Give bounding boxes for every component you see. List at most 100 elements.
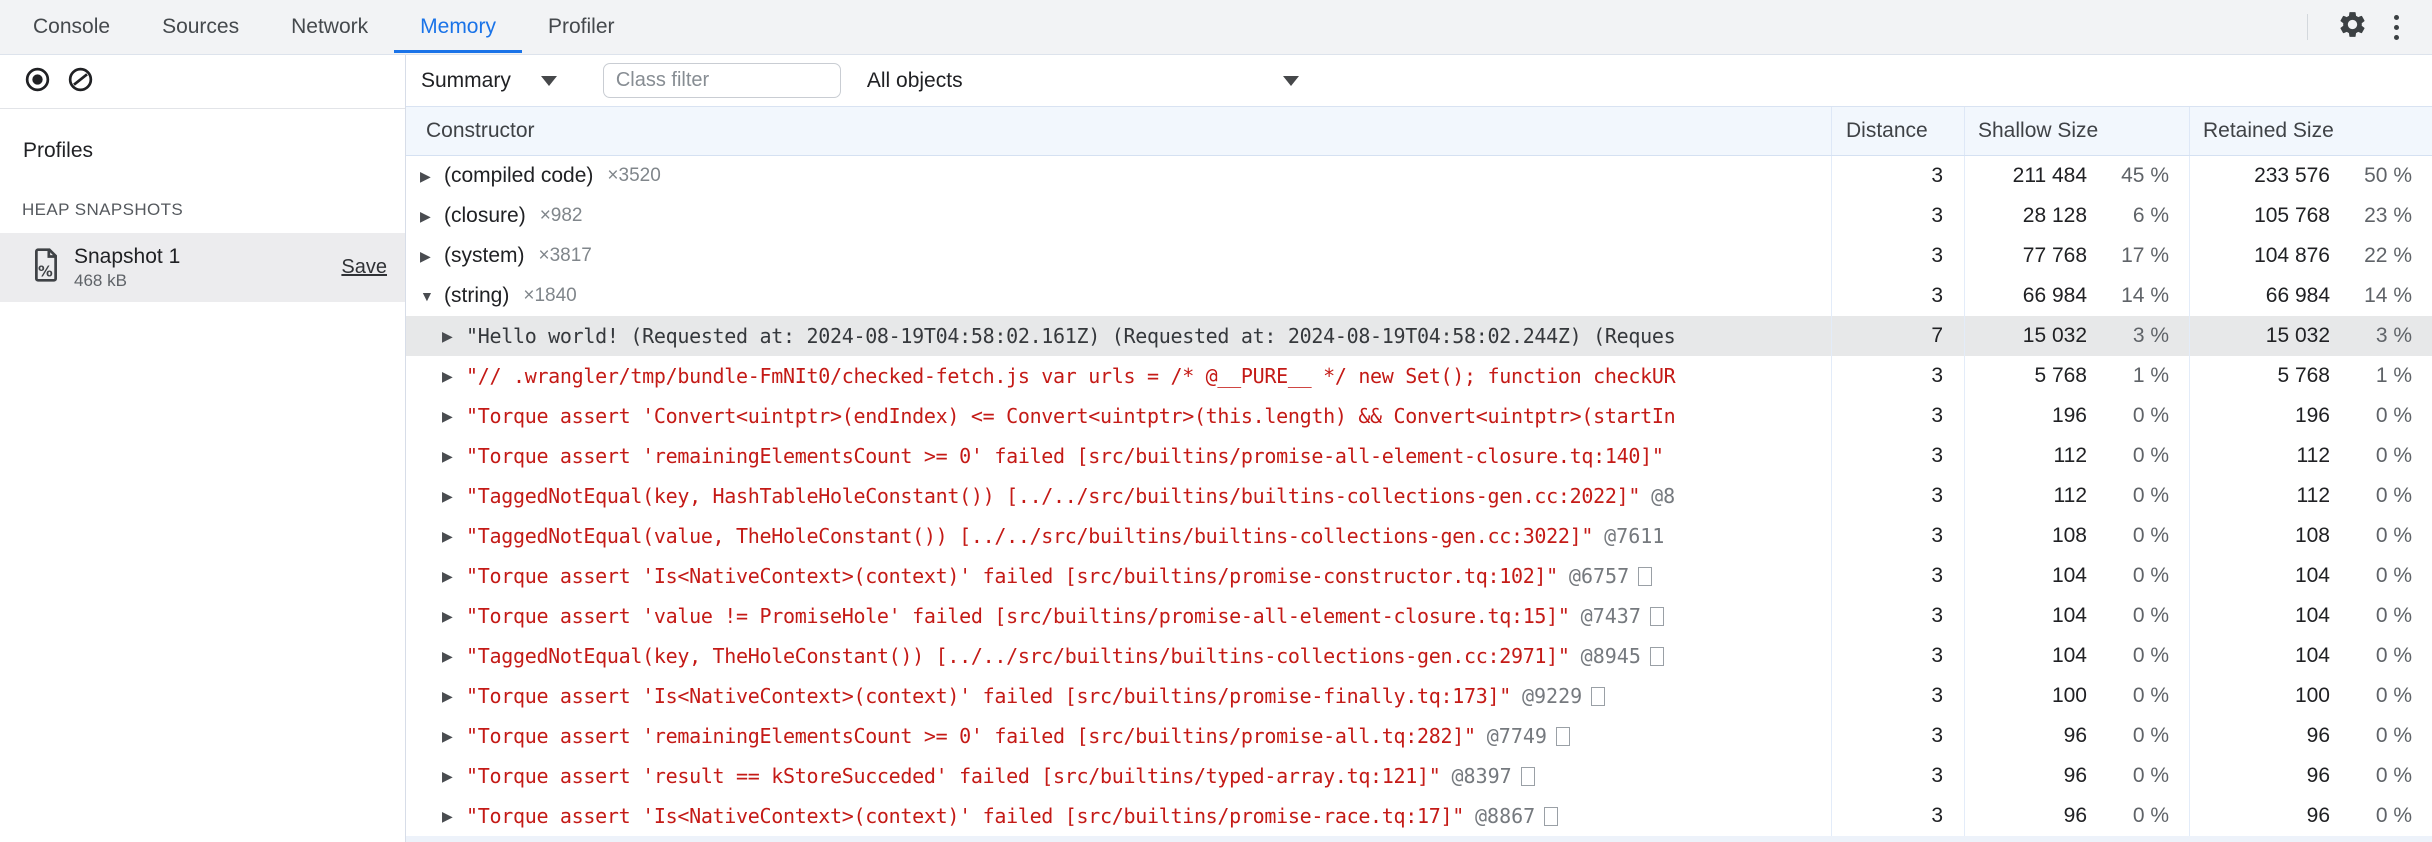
column-header-distance[interactable]: Distance [1831, 107, 1964, 155]
expand-arrow-icon[interactable]: ▶ [442, 528, 458, 545]
expand-arrow-icon[interactable]: ▶ [442, 448, 458, 465]
record-heap-snapshot-icon[interactable] [24, 66, 51, 98]
size-value: 96 [2063, 804, 2087, 827]
object-id: @6757 [1568, 564, 1630, 588]
clear-profiles-icon[interactable] [67, 66, 94, 98]
shallow-size-cell: 96 0 % [1964, 796, 2189, 836]
table-row[interactable]: ▶ "Torque assert 'Is<NativeContext>(conte… [406, 556, 2432, 596]
tab-profiler[interactable]: Profiler [522, 0, 641, 54]
size-percent: 0 % [2375, 524, 2412, 547]
distance-cell: 3 [1831, 516, 1964, 556]
size-value: 104 [2051, 564, 2087, 587]
table-row[interactable]: ▶ "// .wrangler/tmp/bundle-FmNIt0/checked… [406, 356, 2432, 396]
size-value: 100 [2294, 684, 2330, 707]
constructor-cell: ▶ (closure) ×982 [406, 196, 1831, 236]
size-percent: 50 % [2364, 164, 2412, 187]
table-row[interactable]: ▶ "Torque assert 'Is<NativeContext>(conte… [406, 796, 2432, 836]
retained-size-cell: 104 876 22 % [2189, 236, 2432, 276]
table-row[interactable]: ▶ "TaggedNotEqual(key, TheHoleConstant())… [406, 636, 2432, 676]
table-row[interactable]: ▶ "Torque assert 'value != PromiseHole' f… [406, 596, 2432, 636]
expand-arrow-icon[interactable]: ▶ [442, 328, 458, 345]
devtools-memory-panel: Console Sources Network Memory Profiler [0, 0, 2432, 842]
size-value: 196 [2294, 404, 2330, 427]
distance-cell: 3 [1831, 716, 1964, 756]
table-row[interactable]: ▶ "TaggedNotEqual(value, TheHoleConstant(… [406, 516, 2432, 556]
size-value: 96 [2306, 804, 2330, 827]
retained-size-cell: 112 0 % [2189, 476, 2432, 516]
constructor-cell: ▶ "TaggedNotEqual(value, TheHoleConstant(… [406, 516, 1831, 556]
heap-snapshot-file-icon: % [32, 248, 60, 287]
tab-memory[interactable]: Memory [394, 0, 522, 54]
size-value: 112 [2296, 484, 2330, 507]
expand-arrow-icon[interactable]: ▶ [442, 408, 458, 425]
column-header-retained-size[interactable]: Retained Size [2189, 107, 2432, 155]
perspective-select[interactable]: Summary [421, 69, 557, 93]
expand-arrow-icon[interactable]: ▶ [420, 248, 436, 265]
collapse-arrow-icon[interactable]: ▼ [420, 288, 436, 304]
expand-arrow-icon[interactable]: ▶ [420, 208, 436, 225]
expand-arrow-icon[interactable]: ▶ [420, 168, 436, 185]
size-value: 105 768 [2254, 204, 2330, 227]
object-scope-select[interactable]: All objects [867, 69, 1309, 93]
size-value: 28 128 [2022, 204, 2087, 227]
table-row[interactable]: ▶ "Torque assert 'remainingElementsCount … [406, 436, 2432, 476]
tab-network[interactable]: Network [265, 0, 394, 54]
size-percent: 14 % [2121, 284, 2169, 307]
expand-arrow-icon[interactable]: ▶ [442, 728, 458, 745]
retained-size-cell: 108 0 % [2189, 516, 2432, 556]
expand-arrow-icon[interactable]: ▶ [442, 808, 458, 825]
constructor-cell: ▶ "Torque assert 'value != PromiseHole' f… [406, 596, 1831, 636]
constructor-cell: ▶ (system) ×3817 [406, 236, 1831, 276]
table-row[interactable]: ▼ (string) ×1840 3 66 984 14 % 66 984 14 % [406, 276, 2432, 316]
expand-arrow-icon[interactable]: ▶ [442, 488, 458, 505]
memory-view-toolbar: Summary All objects [406, 55, 2432, 107]
more-options-button[interactable] [2374, 5, 2418, 49]
object-glyph-icon [1544, 806, 1559, 826]
expand-arrow-icon[interactable]: ▶ [442, 568, 458, 585]
constructor-name: "Torque assert 'remainingElementsCount >… [466, 444, 1664, 468]
table-row[interactable]: ▶ (system) ×3817 3 77 768 17 % 104 876 22 % [406, 236, 2432, 276]
tab-console[interactable]: Console [7, 0, 136, 54]
table-row[interactable]: ▶ "Torque assert 'remainingElementsCount … [406, 716, 2432, 756]
settings-button[interactable] [2330, 5, 2374, 49]
size-percent: 0 % [2375, 564, 2412, 587]
table-row[interactable]: ▶ "Torque assert 'result == kStoreSuccede… [406, 756, 2432, 796]
object-id: @8 [1651, 484, 1676, 508]
table-row[interactable]: ▶ (closure) ×982 3 28 128 6 % 105 768 23 % [406, 196, 2432, 236]
panel-tabs: Console Sources Network Memory Profiler [7, 0, 641, 54]
expand-arrow-icon[interactable]: ▶ [442, 768, 458, 785]
column-header-shallow-size[interactable]: Shallow Size [1964, 107, 2189, 155]
object-glyph-icon [1649, 606, 1664, 626]
snapshot-save-link[interactable]: Save [341, 256, 387, 279]
retained-size-cell: 66 984 14 % [2189, 276, 2432, 316]
table-row[interactable]: ▶ "TaggedNotEqual(key, HashTableHoleConst… [406, 476, 2432, 516]
object-id: @7437 [1580, 604, 1641, 628]
table-row[interactable]: ▶ "Hello world! (Requested at: 2024-08-19… [406, 316, 2432, 356]
expand-arrow-icon[interactable]: ▶ [442, 368, 458, 385]
expand-arrow-icon[interactable]: ▶ [442, 648, 458, 665]
retained-size-cell: 104 0 % [2189, 636, 2432, 676]
object-id: @8397 [1451, 764, 1512, 788]
svg-text:%: % [38, 263, 53, 280]
table-row[interactable]: ▶ (compiled code) ×3520 3 211 484 45 % 233 576… [406, 156, 2432, 196]
column-header-constructor[interactable]: Constructor [406, 107, 1831, 155]
table-row[interactable]: ▶ "Torque assert 'Convert<uintptr>(endInd… [406, 396, 2432, 436]
constructor-cell: ▶ "Torque assert 'Convert<uintptr>(endInd… [406, 396, 1831, 436]
size-value: 112 [2296, 444, 2330, 467]
size-percent: 0 % [2132, 644, 2169, 667]
table-row[interactable]: ▶ "Torque assert 'Is<NativeContext>(conte… [406, 676, 2432, 716]
expand-arrow-icon[interactable]: ▶ [442, 688, 458, 705]
tab-sources[interactable]: Sources [136, 0, 265, 54]
class-filter-input[interactable] [602, 63, 841, 98]
snapshot-list-item[interactable]: % Snapshot 1 468 kB Save [0, 233, 405, 302]
instance-count: ×3817 [538, 245, 592, 266]
size-percent: 0 % [2132, 724, 2169, 747]
distance-cell: 3 [1831, 236, 1964, 276]
distance-cell: 3 [1831, 556, 1964, 596]
expand-arrow-icon[interactable]: ▶ [442, 608, 458, 625]
object-glyph-icon [1555, 726, 1570, 746]
retained-size-cell: 96 0 % [2189, 756, 2432, 796]
retained-size-cell: 105 768 23 % [2189, 196, 2432, 236]
constructor-cell: ▶ "Torque assert 'Is<NativeContext>(conte… [406, 556, 1831, 596]
constructor-name: "TaggedNotEqual(value, TheHoleConstant()… [466, 524, 1594, 548]
